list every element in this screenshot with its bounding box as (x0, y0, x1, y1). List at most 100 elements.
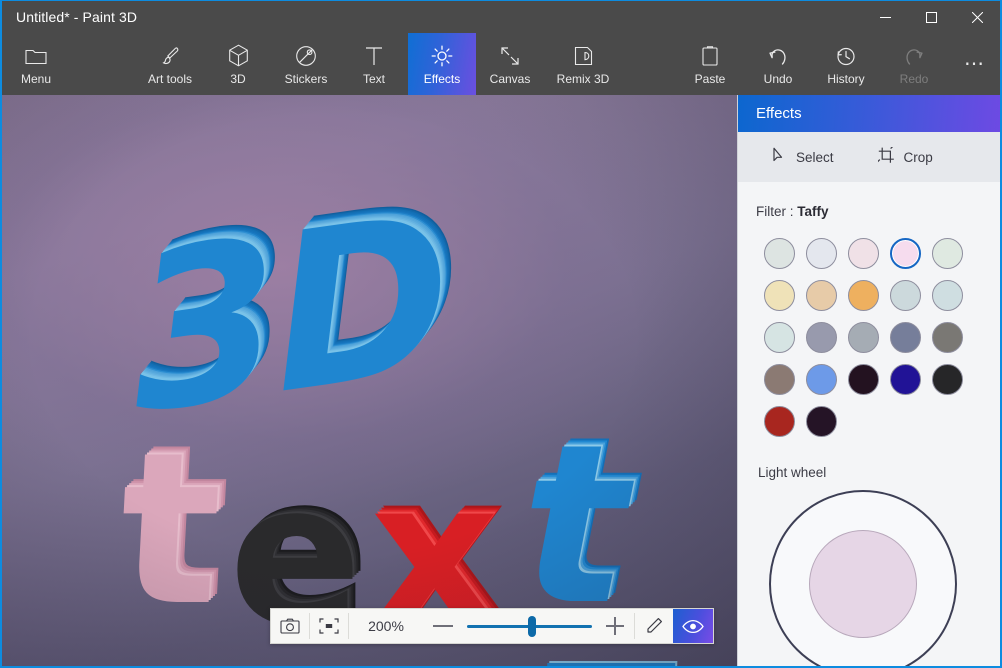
fit-to-screen-icon[interactable] (310, 609, 348, 643)
filter-swatch-dusk[interactable] (842, 233, 884, 275)
text-icon (364, 43, 384, 69)
filter-swatch-espresso[interactable] (842, 359, 884, 401)
tab-history-label: History (827, 71, 865, 86)
effects-panel: Effects Select Crop Filter : Taffy Light… (738, 95, 1000, 666)
ellipsis-icon: ⋯ (964, 52, 984, 75)
clipboard-icon (701, 43, 719, 69)
tab-remix-3d[interactable]: Remix 3D (544, 33, 622, 95)
tab-text[interactable]: Text (340, 33, 408, 95)
swatch-color (805, 322, 837, 354)
swatch-color (847, 280, 879, 312)
tab-menu-label: Menu (20, 71, 52, 86)
crop-icon (875, 145, 895, 167)
tab-redo[interactable]: Redo (880, 33, 948, 95)
filter-swatch-mist[interactable] (926, 275, 968, 317)
tab-remix-3d-label: Remix 3D (556, 71, 610, 86)
tab-effects[interactable]: Effects (408, 33, 476, 95)
light-wheel-control[interactable] (769, 489, 969, 666)
crop-tool-button[interactable]: Crop (875, 145, 933, 167)
tab-undo-label: Undo (763, 71, 793, 86)
window-title: Untitled* - Paint 3D (16, 9, 138, 25)
tab-art-tools-label: Art tools (147, 71, 192, 86)
tab-paste[interactable]: Paste (676, 33, 744, 95)
tab-canvas-label: Canvas (489, 71, 531, 86)
filter-swatch-lumen[interactable] (800, 233, 842, 275)
minimize-button[interactable] (862, 1, 908, 33)
filter-swatch-sky[interactable] (800, 359, 842, 401)
pencil-icon[interactable] (635, 609, 673, 643)
brush-icon (159, 43, 181, 69)
tab-canvas[interactable]: Canvas (476, 33, 544, 95)
filter-swatch-graphite[interactable] (926, 317, 968, 359)
effects-panel-subbar: Select Crop (738, 132, 1000, 182)
sticker-icon (295, 43, 317, 69)
filter-swatch-ash[interactable] (842, 317, 884, 359)
filter-swatch-clay[interactable] (758, 359, 800, 401)
filter-swatch-grid (758, 233, 980, 443)
tab-stickers[interactable]: Stickers (272, 33, 340, 95)
title-bar: Untitled* - Paint 3D (2, 1, 1000, 33)
window-controls (862, 1, 1000, 33)
more-options-button[interactable]: ⋯ (948, 33, 1000, 95)
cube-icon (228, 43, 249, 69)
filter-swatch-stone[interactable] (800, 317, 842, 359)
cursor-arrow-icon (772, 147, 787, 167)
ribbon-toolbar: Menu Art tools 3D Stickers Text Effects … (2, 33, 1000, 95)
swatch-color (889, 364, 921, 396)
remix-icon (573, 43, 594, 69)
swatch-color (931, 364, 963, 396)
swatch-color (847, 238, 879, 270)
artwork-underline-bar (546, 663, 676, 666)
swatch-color (805, 238, 837, 270)
redo-icon (903, 43, 925, 69)
swatch-color (847, 322, 879, 354)
swatch-color (889, 322, 921, 354)
tab-menu[interactable]: Menu (2, 33, 70, 95)
filter-swatch-sepia[interactable] (800, 275, 842, 317)
zoom-slider-track[interactable] (467, 615, 592, 637)
zoom-slider-thumb[interactable] (528, 615, 537, 637)
filter-swatch-sand[interactable] (758, 275, 800, 317)
tab-history[interactable]: History (812, 33, 880, 95)
tab-art-tools[interactable]: Art tools (136, 33, 204, 95)
filter-swatch-indigo[interactable] (884, 359, 926, 401)
swatch-color (763, 406, 795, 438)
swatch-color (931, 322, 963, 354)
select-tool-button[interactable]: Select (772, 147, 834, 167)
camera-icon[interactable] (271, 609, 309, 643)
zoom-slider-group[interactable] (423, 615, 634, 637)
filter-swatch-midnight[interactable] (800, 401, 842, 443)
tab-3d[interactable]: 3D (204, 33, 272, 95)
tab-undo[interactable]: Undo (744, 33, 812, 95)
filter-swatch-ice[interactable] (758, 317, 800, 359)
zoom-in-button[interactable] (606, 617, 624, 635)
swatch-color (889, 238, 921, 270)
tab-text-label: Text (362, 71, 385, 86)
filter-swatch-frost[interactable] (884, 275, 926, 317)
filter-swatch-slate[interactable] (884, 317, 926, 359)
swatch-color (931, 280, 963, 312)
filter-swatch-charcoal[interactable] (926, 359, 968, 401)
swatch-color (889, 280, 921, 312)
zoom-status-bar: 200% (270, 608, 714, 644)
eye-icon[interactable] (673, 609, 713, 643)
swatch-color (805, 280, 837, 312)
canvas-area[interactable]: 3D t e x t (2, 95, 738, 666)
effects-panel-title: Effects (756, 105, 802, 123)
tab-stickers-label: Stickers (284, 71, 328, 86)
maximize-button[interactable] (908, 1, 954, 33)
folder-icon (25, 43, 47, 69)
filter-swatch-brick[interactable] (758, 401, 800, 443)
tab-3d-label: 3D (230, 71, 246, 86)
close-button[interactable] (954, 1, 1000, 33)
filter-swatch-taffy[interactable] (884, 233, 926, 275)
ribbon-spacer (622, 33, 676, 95)
filter-swatch-none[interactable] (758, 233, 800, 275)
filter-swatch-amber[interactable] (842, 275, 884, 317)
light-wheel-handle[interactable] (809, 529, 917, 638)
paint3d-window: Untitled* - Paint 3D Menu Art tools 3D S… (0, 0, 1002, 668)
zoom-out-button[interactable] (433, 625, 453, 627)
swatch-color (805, 406, 837, 438)
filter-swatch-meadow[interactable] (926, 233, 968, 275)
swatch-color (763, 280, 795, 312)
